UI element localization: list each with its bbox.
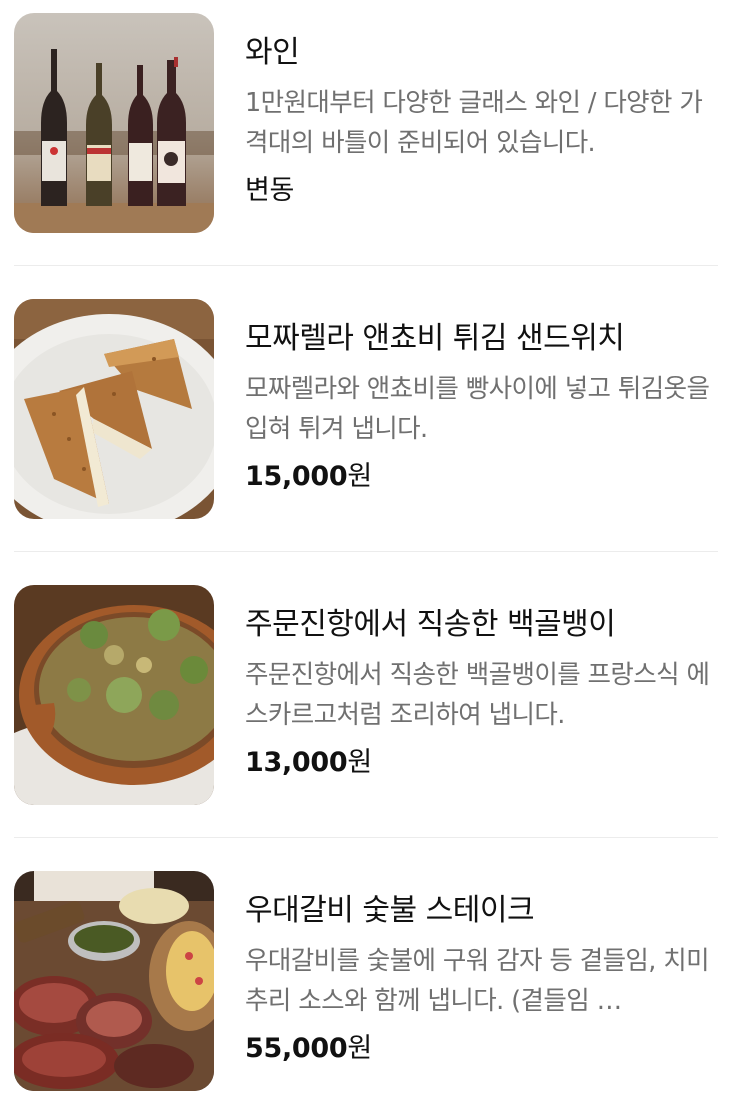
currency-unit: 원 [347, 747, 372, 778]
menu-item-price: 13,000원 [245, 744, 715, 782]
beef-rib-steak-photo [14, 871, 214, 1091]
menu-item-description: 우대갈비를 숯불에 구워 감자 등 곁들임, 치미추리 소스와 함께 냅니다. … [245, 946, 710, 1016]
fried-sandwich-photo [14, 299, 214, 519]
menu-item-price: 15,000원 [245, 458, 715, 496]
price-value: 13,000 [245, 747, 348, 778]
menu-item-name: 우대갈비 숯불 스테이크 [245, 893, 535, 928]
menu-item-description: 주문진항에서 직송한 백골뱅이를 프랑스식 에스카르고처럼 조리하여 냅니다. [245, 660, 710, 730]
menu-item-info: 주문진항에서 직송한 백골뱅이 주문진항에서 직송한 백골뱅이를 프랑스식 에스… [245, 585, 715, 782]
menu-item-info: 우대갈비 숯불 스테이크 우대갈비를 숯불에 구워 감자 등 곁들임, 치미추리… [245, 871, 715, 1068]
divider [14, 837, 718, 838]
currency-unit: 원 [347, 461, 372, 492]
price-value: 변동 [245, 175, 295, 206]
price-value: 55,000 [245, 1033, 348, 1064]
wine-bottles-photo [14, 13, 214, 233]
menu-item-wine[interactable]: 와인 1만원대부터 다양한 글래스 와인 / 다양한 가격대의 바틀이 준비되어… [14, 13, 718, 233]
menu-list: 와인 1만원대부터 다양한 글래스 와인 / 다양한 가격대의 바틀이 준비되어… [0, 0, 738, 1104]
divider [14, 551, 718, 552]
menu-item-name: 모짜렐라 앤쵸비 튀김 샌드위치 [245, 321, 625, 356]
menu-item-description: 모짜렐라와 앤쵸비를 빵사이에 넣고 튀김옷을 입혀 튀겨 냅니다. [245, 374, 710, 444]
whelk-escargot-photo [14, 585, 214, 805]
menu-item-whelk[interactable]: 주문진항에서 직송한 백골뱅이 주문진항에서 직송한 백골뱅이를 프랑스식 에스… [14, 585, 718, 805]
menu-item-info: 모짜렐라 앤쵸비 튀김 샌드위치 모짜렐라와 앤쵸비를 빵사이에 넣고 튀김옷을… [245, 299, 715, 496]
menu-item-sandwich[interactable]: 모짜렐라 앤쵸비 튀김 샌드위치 모짜렐라와 앤쵸비를 빵사이에 넣고 튀김옷을… [14, 299, 718, 519]
menu-item-description: 1만원대부터 다양한 글래스 와인 / 다양한 가격대의 바틀이 준비되어 있습… [245, 88, 703, 158]
menu-item-price: 변동 [245, 172, 715, 210]
menu-item-name: 주문진항에서 직송한 백골뱅이 [245, 607, 616, 642]
currency-unit: 원 [347, 1033, 372, 1064]
divider [14, 265, 718, 266]
price-value: 15,000 [245, 461, 348, 492]
menu-item-price: 55,000원 [245, 1030, 715, 1068]
menu-item-steak[interactable]: 우대갈비 숯불 스테이크 우대갈비를 숯불에 구워 감자 등 곁들임, 치미추리… [14, 871, 718, 1091]
menu-item-name: 와인 [245, 35, 300, 70]
menu-item-info: 와인 1만원대부터 다양한 글래스 와인 / 다양한 가격대의 바틀이 준비되어… [245, 13, 715, 210]
